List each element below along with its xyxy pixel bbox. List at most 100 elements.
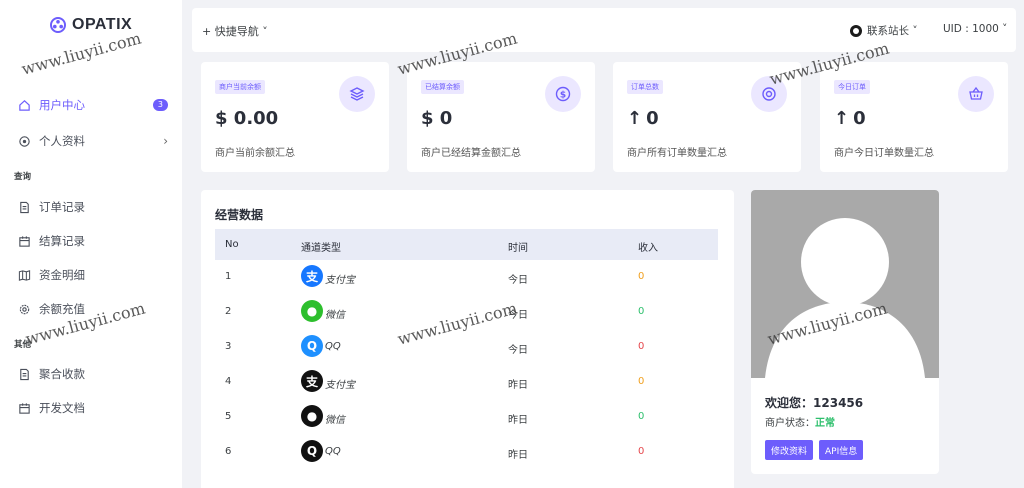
- sidebar-item-user-center[interactable]: 用户中心 3: [18, 94, 168, 116]
- row-income: 0: [638, 341, 645, 352]
- sidebar-item-profile[interactable]: 个人资料 ›: [18, 130, 168, 152]
- row-time: 今日: [508, 310, 528, 321]
- row-time: 昨日: [508, 415, 528, 426]
- channel-name: 微信: [325, 310, 345, 321]
- stat-card-tag: 商户当前余额: [215, 80, 265, 94]
- stat-card-desc: 商户所有订单数量汇总: [627, 148, 727, 159]
- column-header-time: 时间: [508, 243, 528, 254]
- stat-card-desc: 商户今日订单数量汇总: [834, 148, 934, 159]
- stat-card-tag: 已结算余额: [421, 80, 464, 94]
- sidebar-item-label: 资金明细: [39, 268, 85, 282]
- channel-name: QQ: [325, 446, 341, 457]
- table-row: 4 支支付宝 昨日 0: [215, 365, 718, 400]
- edit-profile-button[interactable]: 修改资料: [765, 440, 814, 460]
- cog-icon: [19, 304, 30, 314]
- row-number: 2: [225, 306, 232, 317]
- uid-dropdown[interactable]: UID : 1000 ˅: [943, 23, 1007, 35]
- channel-name: QQ: [325, 341, 341, 352]
- row-income: 0: [638, 411, 645, 422]
- stat-card-desc: 商户当前余额汇总: [215, 148, 295, 159]
- wechat-icon: ●: [301, 405, 323, 427]
- stat-card-desc: 商户已经结算金额汇总: [421, 148, 521, 159]
- alipay-icon: 支: [301, 370, 323, 392]
- sidebar: OPATIX 用户中心 3 个人资料 › 查询 订单记录 结算记录 资金明细 余…: [0, 0, 182, 488]
- stat-card-value: $ 0: [421, 108, 453, 129]
- row-number: 3: [225, 341, 232, 352]
- row-time: 今日: [508, 345, 528, 356]
- row-number: 4: [225, 376, 232, 387]
- row-number: 5: [225, 411, 232, 422]
- arrow-up-icon: ↑: [834, 108, 850, 129]
- stat-card-number: 0: [646, 108, 659, 129]
- sidebar-section-title: 其他: [14, 340, 32, 350]
- stat-card-balance: 商户当前余额 $ 0.00 商户当前余额汇总: [201, 62, 389, 172]
- row-income: 0: [638, 271, 645, 282]
- stat-card-number: 0: [853, 108, 866, 129]
- row-time: 今日: [508, 275, 528, 286]
- qq-icon: Q: [301, 335, 323, 357]
- default-avatar-icon: [765, 218, 925, 378]
- sidebar-section-title: 查询: [14, 172, 32, 182]
- stat-card-tag: 今日订单: [834, 80, 870, 94]
- avatar: [751, 190, 939, 378]
- business-data-panel: 经营数据 No 通道类型 时间 收入 1 支支付宝 今日 0 2 ● 微信 今日 0 3 Q QQ 今日…: [201, 190, 734, 488]
- sidebar-item-label: 开发文档: [39, 401, 85, 415]
- sidebar-item-recharge[interactable]: 余额充值: [18, 298, 168, 320]
- user-settings-icon: [19, 135, 30, 147]
- sidebar-item-label: 聚合收款: [39, 367, 85, 381]
- status-label: 商户状态：: [765, 418, 815, 429]
- channel-name: 支付宝: [325, 275, 355, 286]
- sidebar-item-settlements[interactable]: 结算记录: [18, 230, 168, 252]
- target-icon: [751, 76, 787, 112]
- sidebar-item-label: 用户中心: [39, 98, 85, 112]
- stat-card-total-orders: 订单总数 ↑ 0 商户所有订单数量汇总: [613, 62, 801, 172]
- column-header-channel: 通道类型: [301, 243, 341, 254]
- calendar-icon: [19, 402, 30, 414]
- channel-name: 支付宝: [325, 380, 355, 391]
- basket-icon: [958, 76, 994, 112]
- quick-nav-dropdown[interactable]: + 快捷导航 ˅: [202, 23, 268, 39]
- dollar-circle-icon: $: [545, 76, 581, 112]
- row-time: 昨日: [508, 380, 528, 391]
- map-icon: [18, 269, 31, 281]
- sidebar-item-label: 订单记录: [39, 200, 85, 214]
- sidebar-item-label: 余额充值: [39, 302, 85, 316]
- sidebar-item-fund-details[interactable]: 资金明细: [18, 264, 168, 286]
- qq-icon: Q: [301, 440, 323, 462]
- brand-logo[interactable]: OPATIX: [50, 16, 132, 34]
- stat-card-value: ↑ 0: [627, 108, 659, 129]
- table-row: 6 Q QQ 昨日 0: [215, 435, 718, 470]
- brand-name: OPATIX: [72, 16, 133, 33]
- merchant-status: 商户状态：正常: [765, 414, 835, 429]
- profile-card: 欢迎您：123456 商户状态：正常 修改资料 API信息: [751, 190, 939, 474]
- status-badge: 正常: [815, 418, 835, 429]
- row-income: 0: [638, 376, 645, 387]
- home-icon: [19, 99, 30, 111]
- logo-icon: [50, 17, 66, 33]
- sidebar-item-dev-docs[interactable]: 开发文档: [18, 397, 168, 419]
- row-time: 昨日: [508, 450, 528, 461]
- contact-icon: [850, 24, 862, 37]
- stat-card-tag: 订单总数: [627, 80, 663, 94]
- sidebar-item-aggregate-payment[interactable]: 聚合收款: [18, 363, 168, 385]
- document-icon: [20, 201, 29, 213]
- channel-name: 微信: [325, 415, 345, 426]
- sidebar-item-orders[interactable]: 订单记录: [18, 196, 168, 218]
- top-bar: + 快捷导航 ˅ 联系站长 ˅ UID : 1000 ˅: [192, 8, 1016, 52]
- layers-icon: [339, 76, 375, 112]
- panel-title: 经营数据: [215, 208, 264, 222]
- sidebar-item-label: 个人资料: [39, 134, 85, 148]
- welcome-prefix: 欢迎您：: [765, 396, 814, 410]
- table-header: No 通道类型 时间 收入: [215, 229, 718, 260]
- alipay-icon: 支: [301, 265, 323, 287]
- contact-admin-dropdown[interactable]: 联系站长 ˅: [850, 23, 918, 38]
- column-header-no: No: [225, 239, 239, 250]
- table-row: 1 支支付宝 今日 0: [215, 260, 718, 295]
- stat-card-today-orders: 今日订单 ↑ 0 商户今日订单数量汇总: [820, 62, 1008, 172]
- arrow-up-icon: ↑: [627, 108, 643, 129]
- row-income: 0: [638, 306, 645, 317]
- table-row: 3 Q QQ 今日 0: [215, 330, 718, 365]
- sidebar-item-label: 结算记录: [39, 234, 85, 248]
- welcome-text: 欢迎您：123456: [765, 394, 863, 411]
- api-info-button[interactable]: API信息: [819, 440, 864, 460]
